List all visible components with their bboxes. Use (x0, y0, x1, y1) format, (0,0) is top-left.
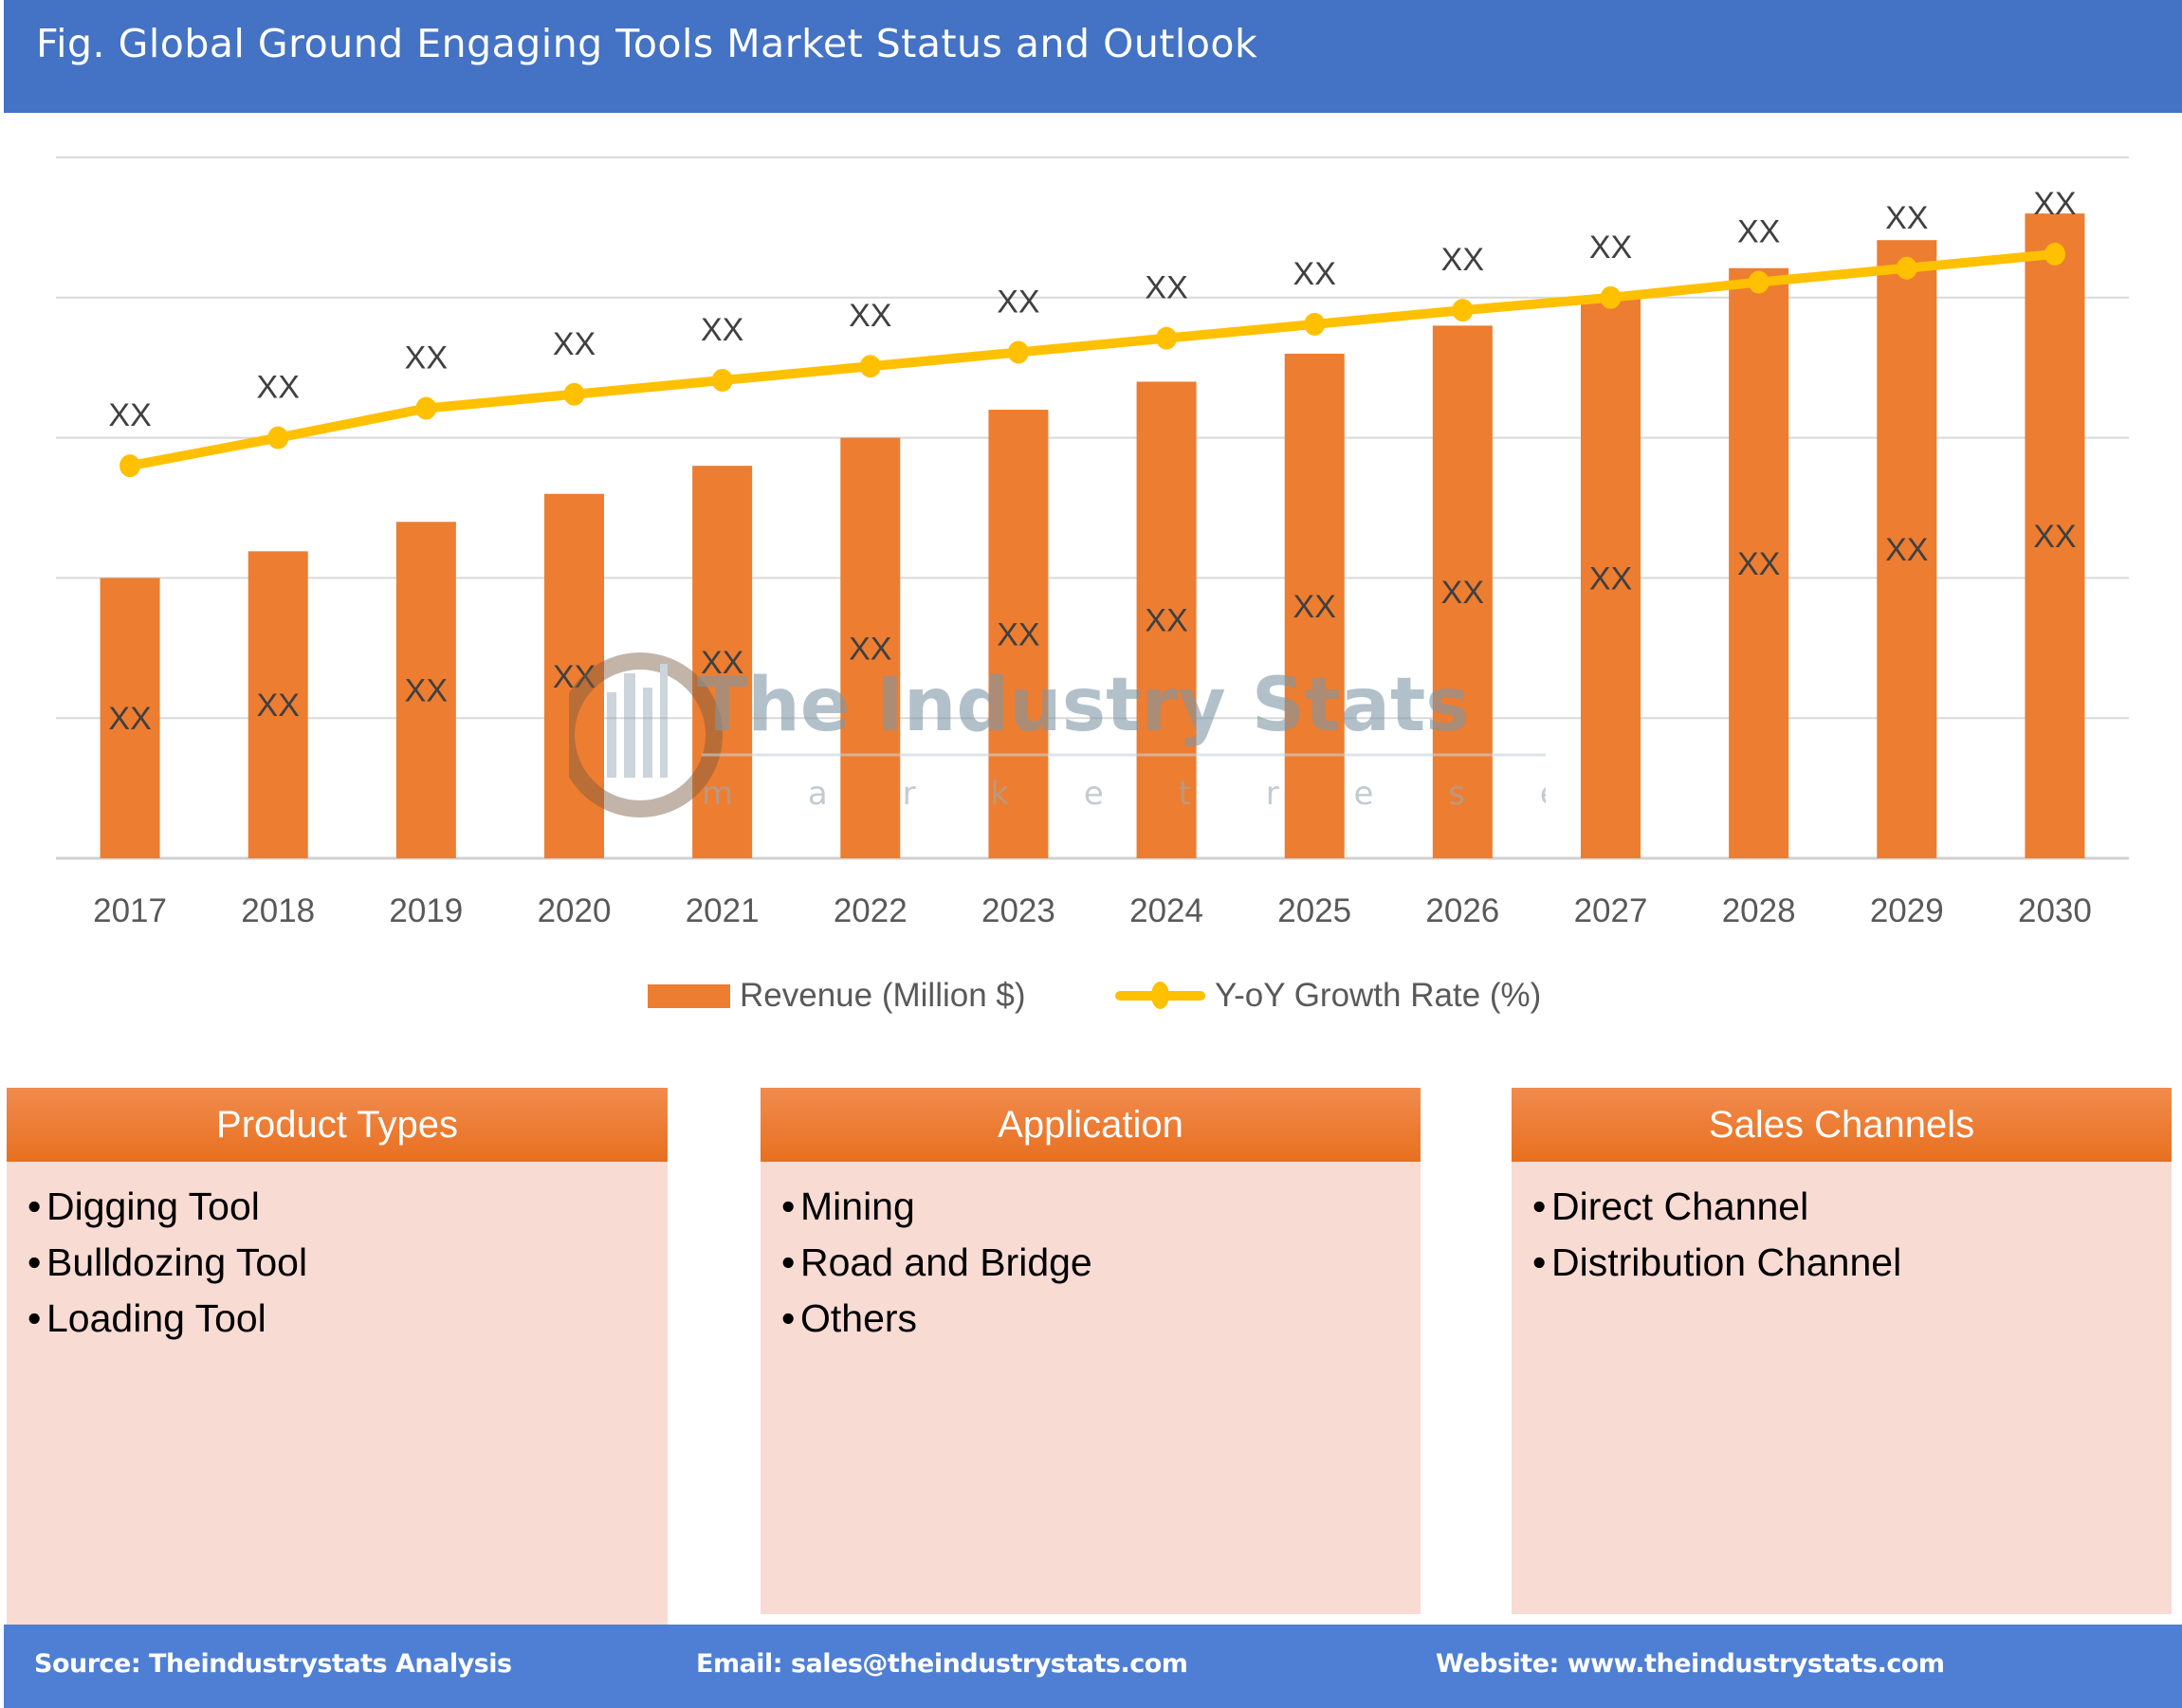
growth-point (563, 382, 585, 406)
line-data-label: XX (1145, 270, 1187, 306)
list-item: • Loading Tool (28, 1296, 266, 1340)
growth-point (267, 426, 289, 450)
footer-website[interactable]: Website: www.theindustrystats.com (1436, 1649, 1945, 1679)
x-tick-label: 2029 (1870, 892, 1944, 929)
panel-product-types: Product Types • Digging Tool • Bulldozing … (7, 1088, 668, 1625)
bar-data-label: XX (1293, 589, 1336, 625)
panel-title: Sales Channels (1512, 1088, 2172, 1162)
x-tick-label: 2019 (389, 892, 463, 929)
chart-legend: Revenue (Million $) Y-oY Growth Rate (%) (0, 977, 2182, 1024)
x-tick-label: 2030 (2018, 892, 2092, 929)
panel-list: • Mining • Road and Bridge • Others (761, 1162, 1421, 1347)
legend-label-growth: Y-oY Growth Rate (%) (1215, 977, 1542, 1014)
panel-sales-channels: Sales Channels • Direct Channel • Distribu… (1512, 1088, 2172, 1614)
legend-swatch-bar (648, 983, 730, 1008)
line-data-label: XX (1293, 256, 1336, 292)
list-item: • Others (781, 1296, 918, 1340)
bar-data-label: XX (1145, 603, 1187, 639)
x-tick-label: 2026 (1425, 892, 1499, 929)
growth-point (415, 396, 437, 420)
x-tick-label: 2023 (981, 892, 1055, 929)
growth-point (119, 454, 141, 478)
bar-data-label: XX (1737, 546, 1780, 582)
bar-data-label: XX (257, 688, 300, 724)
growth-point (1304, 312, 1326, 336)
footer-bar: Source: Theindustrystats Analysis Email:… (4, 1625, 2182, 1708)
growth-point (711, 369, 733, 393)
x-tick-label: 2028 (1722, 892, 1796, 929)
line-data-label: XX (1441, 242, 1484, 278)
growth-point (859, 355, 881, 378)
bar-data-label: XX (1885, 532, 1928, 568)
line-data-label: XX (1737, 214, 1780, 250)
panel-list: • Digging Tool • Bulldozing Tool • Loading … (7, 1162, 668, 1347)
list-item: • Mining (781, 1185, 915, 1228)
list-item: • Direct Channel (1532, 1185, 1809, 1228)
legend-item-growth: Y-oY Growth Rate (%) (1115, 977, 1541, 1015)
growth-point (2044, 242, 2065, 266)
growth-point (1007, 340, 1029, 364)
x-tick-label: 2021 (686, 892, 760, 929)
line-data-label: XX (405, 340, 448, 376)
list-item: • Bulldozing Tool (28, 1240, 308, 1284)
x-axis-ticks: 2017 2018 2019 2020 2021 2022 2023 2024 2025 2026… (93, 892, 2092, 929)
panel-title: Application (761, 1088, 1421, 1162)
line-data-label: XX (997, 284, 1039, 320)
line-data-label: XX (257, 370, 300, 406)
bar-data-label: XX (108, 701, 151, 737)
bar-data-label: XX (1441, 575, 1484, 611)
panel-title: Product Types (7, 1088, 668, 1162)
growth-point (1600, 285, 1622, 309)
legend-item-revenue: Revenue (Million $) (648, 977, 1026, 1015)
x-tick-label: 2024 (1129, 892, 1203, 929)
legend-swatch-line (1115, 982, 1205, 1009)
line-data-label: XX (1589, 230, 1632, 266)
header-bar: Fig. Global Ground Engaging Tools Market… (4, 0, 2182, 113)
bar-data-label: XX (2033, 519, 2076, 555)
growth-point (1896, 256, 1917, 280)
x-tick-label: 2017 (93, 892, 167, 929)
panel-application: Application • Mining • Road and Bridge • Ot… (761, 1088, 1421, 1614)
x-tick-label: 2020 (538, 892, 612, 929)
growth-point (1748, 270, 1769, 294)
list-item: • Road and Bridge (781, 1240, 1092, 1284)
bar-data-label: XX (553, 659, 596, 695)
x-tick-label: 2022 (834, 892, 908, 929)
legend-label-revenue: Revenue (Million $) (740, 977, 1026, 1014)
line-data-label: XX (849, 298, 891, 334)
x-tick-label: 2018 (241, 892, 315, 929)
line-data-label: XX (2033, 186, 2076, 222)
footer-source: Source: Theindustrystats Analysis (34, 1649, 512, 1679)
bar-data-label: XX (997, 617, 1039, 653)
line-data-label: XX (1885, 200, 1928, 236)
line-data-label: XX (108, 397, 151, 433)
line-data-label: XX (701, 312, 743, 348)
bar-data-label: XX (405, 673, 448, 709)
line-data-label: XX (553, 326, 596, 362)
bar-data-label: XX (1589, 560, 1632, 597)
x-tick-label: 2025 (1277, 892, 1351, 929)
bar-data-label: XX (701, 645, 743, 681)
growth-point (1156, 326, 1178, 350)
bar-data-label: XX (849, 631, 891, 667)
page-title: Fig. Global Ground Engaging Tools Market… (36, 21, 1258, 66)
revenue-bars (100, 213, 2085, 859)
footer-email[interactable]: Email: sales@theindustrystats.com (696, 1649, 1188, 1679)
panel-list: • Direct Channel • Distribution Channel (1512, 1162, 2172, 1291)
x-tick-label: 2027 (1574, 892, 1648, 929)
gridlines (56, 156, 2129, 860)
growth-point (1452, 299, 1474, 322)
chart: XX XX XX XX XX XX XX XX XX XX XX XX XX XX XX XX XX XX XX XX… (56, 156, 2129, 929)
list-item: • Distribution Channel (1532, 1240, 1902, 1284)
list-item: • Digging Tool (28, 1185, 260, 1228)
